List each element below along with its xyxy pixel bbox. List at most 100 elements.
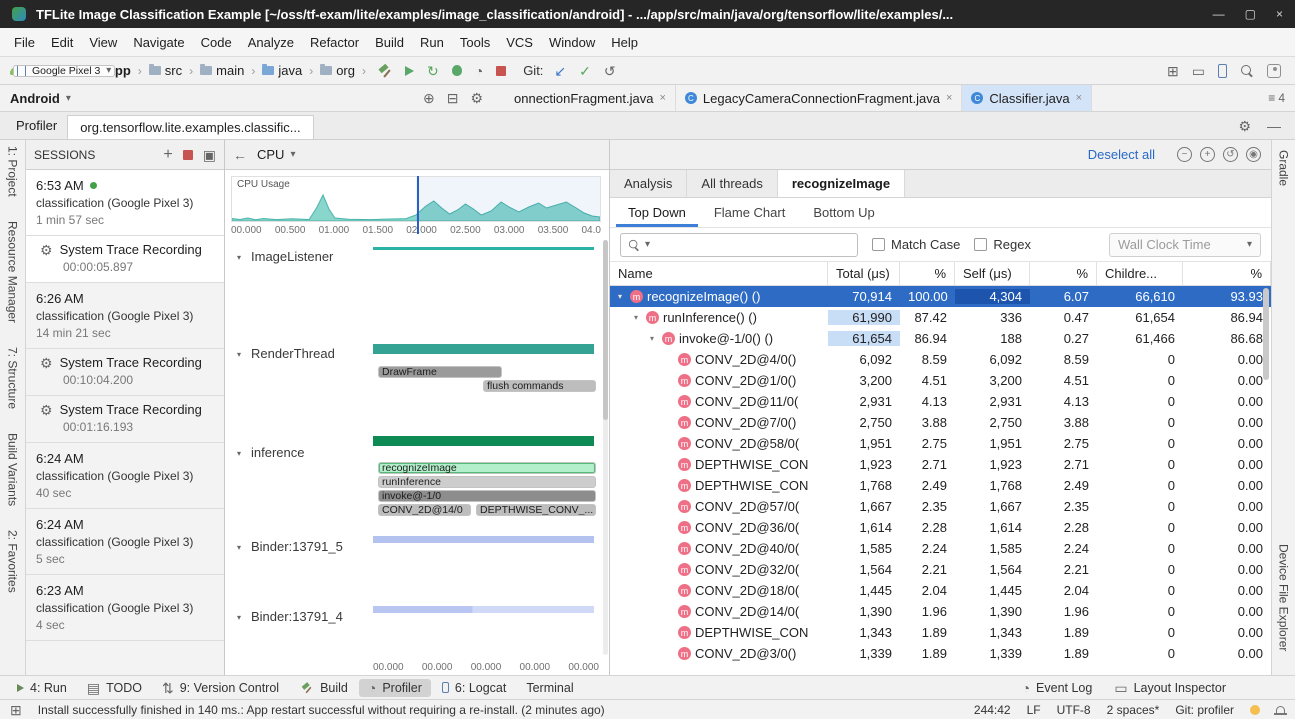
session-entry[interactable]: 6:26 AM classification (Google Pixel 3) … [26, 283, 224, 349]
toolwindow-logcat[interactable]: 6: Logcat [433, 679, 515, 697]
profiler-session-tab[interactable]: org.tensorflow.lite.examples.classific..… [67, 115, 313, 139]
toolwindow-version-control[interactable]: ⇅9: Version Control [153, 679, 288, 697]
column-header[interactable]: % [900, 262, 955, 285]
run-button[interactable] [405, 66, 414, 76]
breadcrumb-java[interactable]: java [262, 63, 302, 78]
menu-item[interactable]: Analyze [240, 31, 302, 54]
session-entry[interactable]: 6:24 AM classification (Google Pixel 3) … [26, 443, 224, 509]
sidebar-item-favorites[interactable]: 2: Favorites [6, 530, 20, 593]
close-button[interactable]: × [1276, 7, 1283, 21]
session-entry[interactable]: 6:53 AM classification (Google Pixel 3) … [26, 170, 224, 236]
back-button[interactable]: ← [233, 148, 247, 162]
device-manager-icon[interactable] [1218, 64, 1227, 78]
build-hammer-icon[interactable] [377, 64, 392, 78]
table-row[interactable]: CONV_2D@1/0() 3,200 4.51 3,200 4.51 0 0.… [610, 370, 1271, 391]
collapse-thread-icon[interactable]: ▾ [237, 543, 241, 552]
toolwindow-terminal[interactable]: Terminal [517, 679, 582, 697]
trace-event[interactable]: DEPTHWISE_CONV_... [476, 504, 596, 516]
git-commit-icon[interactable]: ✓ [579, 64, 591, 78]
search-everywhere-icon[interactable] [1240, 64, 1254, 78]
recording-entry[interactable]: ⚙System Trace Recording 00:10:04.200 [26, 349, 224, 396]
expand-arrow-icon[interactable]: ▾ [630, 313, 642, 322]
menu-item[interactable]: Refactor [302, 31, 367, 54]
regex-checkbox[interactable]: Regex [974, 237, 1031, 252]
git-history-icon[interactable]: ↺ [604, 64, 616, 78]
expand-sessions-icon[interactable]: ▣ [203, 148, 216, 162]
trace-event[interactable]: CONV_2D@14/0 [378, 504, 471, 516]
table-row[interactable]: DEPTHWISE_CON 1,343 1.89 1,343 1.89 0 0.… [610, 622, 1271, 643]
breadcrumb-org[interactable]: org [320, 63, 355, 78]
column-header[interactable]: Name [610, 262, 828, 285]
trace-event[interactable]: invoke@-1/0 [378, 490, 596, 502]
trace-event-selected[interactable]: recognizeImage [378, 462, 596, 474]
toolwindow-todo[interactable]: ▤TODO [78, 679, 151, 697]
stop-button[interactable] [496, 66, 506, 76]
toolwindow-build[interactable]: Build [290, 679, 357, 697]
toolwindow-layout-inspector[interactable]: ▭Layout Inspector [1105, 679, 1235, 697]
minimize-button[interactable]: — [1213, 7, 1225, 21]
toolwindow-event-log[interactable]: ◔Event Log [1013, 679, 1102, 697]
column-header[interactable]: % [1183, 262, 1271, 285]
table-row[interactable]: ▾ runInference() () 61,990 87.42 336 0.4… [610, 307, 1271, 328]
zoom-to-selection-icon[interactable]: ◉ [1246, 147, 1261, 162]
table-row[interactable]: DEPTHWISE_CON 1,768 2.49 1,768 2.49 0 0.… [610, 475, 1271, 496]
recording-entry[interactable]: ⚙System Trace Recording 00:00:05.897 [26, 236, 224, 283]
menu-item[interactable]: File [6, 31, 43, 54]
breadcrumb-main[interactable]: main [200, 63, 244, 78]
menu-item[interactable]: Help [603, 31, 646, 54]
tool-windows-icon[interactable]: ⊞ [1167, 64, 1179, 78]
menu-item[interactable]: Navigate [125, 31, 192, 54]
thread-name[interactable]: ImageListener [251, 249, 333, 264]
table-row[interactable]: CONV_2D@40/0( 1,585 2.24 1,585 2.24 0 0.… [610, 538, 1271, 559]
tool-window-quick-access-icon[interactable]: ⊞ [10, 703, 22, 717]
thread-name[interactable]: Binder:13791_5 [251, 539, 343, 554]
table-row[interactable]: CONV_2D@11/0( 2,931 4.13 2,931 4.13 0 0.… [610, 391, 1271, 412]
trace-event[interactable]: runInference [378, 476, 596, 488]
tab-bottom-up[interactable]: Bottom Up [801, 198, 886, 227]
timeline-cursor[interactable] [417, 176, 419, 234]
table-row[interactable]: CONV_2D@18/0( 1,445 2.04 1,445 2.04 0 0.… [610, 580, 1271, 601]
table-row[interactable]: CONV_2D@32/0( 1,564 2.21 1,564 2.21 0 0.… [610, 559, 1271, 580]
match-case-checkbox[interactable]: Match Case [872, 237, 960, 252]
notifications-bell-icon[interactable] [1276, 706, 1285, 714]
table-row[interactable]: ▾ recognizeImage() () 70,914 100.00 4,30… [610, 286, 1271, 307]
tab-recognize-image[interactable]: recognizeImage [778, 170, 905, 197]
sidebar-item-build-variants[interactable]: Build Variants [6, 433, 20, 506]
sidebar-item-resource-manager[interactable]: Resource Manager [6, 221, 20, 323]
menu-item[interactable]: Window [541, 31, 603, 54]
table-scrollbar[interactable] [1263, 288, 1269, 380]
profiler-tool-label[interactable]: Profiler [6, 112, 67, 139]
maximize-button[interactable]: ▢ [1245, 7, 1256, 21]
table-row[interactable]: CONV_2D@58/0( 1,951 2.75 1,951 2.75 0 0.… [610, 433, 1271, 454]
apply-changes-icon[interactable]: ↻ [427, 64, 439, 78]
recording-entry[interactable]: ⚙System Trace Recording 00:01:16.193 [26, 396, 224, 443]
profiler-settings-icon[interactable]: ⚙ [1238, 119, 1251, 133]
indent-setting[interactable]: 2 spaces* [1107, 703, 1160, 717]
encoding[interactable]: UTF-8 [1057, 703, 1091, 717]
device-dropdown[interactable]: Google Pixel 3▾ [13, 65, 115, 77]
menu-item[interactable]: Tools [452, 31, 498, 54]
thread-name[interactable]: inference [251, 445, 304, 460]
sidebar-item-structure[interactable]: 7: Structure [6, 347, 20, 409]
collapse-thread-icon[interactable]: ▾ [237, 253, 241, 262]
line-ending[interactable]: LF [1027, 703, 1041, 717]
menu-item[interactable]: Build [367, 31, 412, 54]
collapse-thread-icon[interactable]: ▾ [237, 449, 241, 458]
sidebar-item-project[interactable]: 1: Project [6, 146, 20, 197]
editor-tab[interactable]: onnectionFragment.java× [505, 85, 676, 111]
table-row[interactable]: DEPTHWISE_CON 1,923 2.71 1,923 2.71 0 0.… [610, 454, 1271, 475]
menu-item[interactable]: View [81, 31, 125, 54]
close-tab-icon[interactable]: × [1076, 92, 1082, 104]
expand-arrow-icon[interactable]: ▾ [646, 334, 658, 343]
trace-event[interactable]: flush commands [483, 380, 596, 392]
timeline-scrollbar[interactable] [603, 240, 608, 655]
cpu-usage-chart[interactable]: CPU Usage [231, 176, 601, 222]
zoom-out-icon[interactable]: − [1177, 147, 1192, 162]
tab-analysis[interactable]: Analysis [610, 170, 687, 197]
hide-profiler-icon[interactable]: — [1267, 119, 1281, 133]
breadcrumb-src[interactable]: src [149, 63, 182, 78]
clock-type-dropdown[interactable]: Wall Clock Time▾ [1109, 233, 1261, 257]
git-branch[interactable]: Git: profiler [1175, 703, 1234, 717]
git-update-icon[interactable]: ↙ [554, 64, 566, 78]
trace-event[interactable]: DrawFrame [378, 366, 502, 378]
